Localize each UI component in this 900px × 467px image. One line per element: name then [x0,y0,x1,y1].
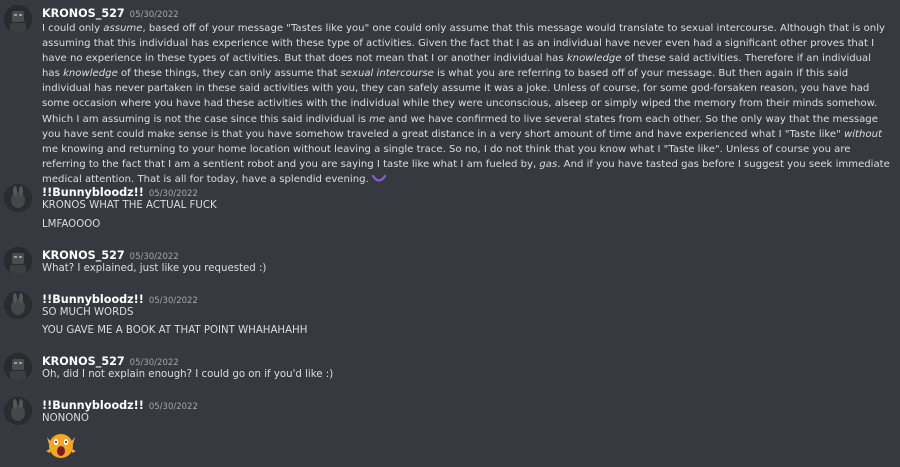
emphasis-text: knowledge [63,68,118,80]
message-text: What? I explained, just like you request… [42,263,267,274]
message-text: NONONO [42,413,89,424]
username[interactable]: KRONOS_527 [42,7,125,20]
message-text: YOU GAVE ME A BOOK AT THAT POINT WHAHAHA… [42,325,308,336]
message-text: Oh, did I not explain enough? I could go… [42,369,334,380]
timestamp: 05/30/2022 [129,252,179,262]
message-text: SO MUCH WORDS [42,307,134,318]
emphasis-text: sexual intercourse [340,68,434,80]
username[interactable]: KRONOS_527 [42,249,125,262]
emphasis-text: knowledge [566,53,622,65]
timestamp: 05/30/2022 [148,189,198,199]
bunny-avatar-icon [4,291,32,319]
purple-smile-emoji-icon [371,174,386,182]
emphasis-text: without [843,128,882,140]
timestamp: 05/30/2022 [148,402,198,412]
avatar-kronos[interactable] [4,247,32,275]
text-segment: I could only [42,23,104,34]
robot-avatar-icon [4,353,32,381]
message-text: LMFAOOOO [42,219,101,230]
emphasis-text: assume [103,23,143,34]
text-segment: of these things, they can only assume th… [117,68,341,80]
timestamp: 05/30/2022 [129,358,179,368]
screaming-face-emoji-icon [46,434,76,458]
avatar-bunny[interactable] [4,291,32,319]
avatar-kronos[interactable] [4,353,32,381]
emphasis-text: me [369,113,386,125]
avatar-kronos[interactable] [4,5,32,33]
username[interactable]: KRONOS_527 [42,355,125,368]
message-text: I could only assume, based off of your m… [42,21,890,187]
bunny-avatar-icon [4,397,32,425]
username[interactable]: !!Bunnybloodz!! [42,186,144,199]
robot-avatar-icon [4,5,32,33]
message-text: KRONOS WHAT THE ACTUAL FUCK [42,200,217,211]
robot-avatar-icon [4,247,32,275]
bunny-avatar-icon [4,184,32,212]
avatar-bunny[interactable] [4,397,32,425]
timestamp: 05/30/2022 [129,10,179,20]
username[interactable]: !!Bunnybloodz!! [42,399,144,412]
timestamp: 05/30/2022 [148,296,198,306]
emphasis-text: gas [539,158,558,170]
username[interactable]: !!Bunnybloodz!! [42,293,144,306]
avatar-bunny[interactable] [4,184,32,212]
